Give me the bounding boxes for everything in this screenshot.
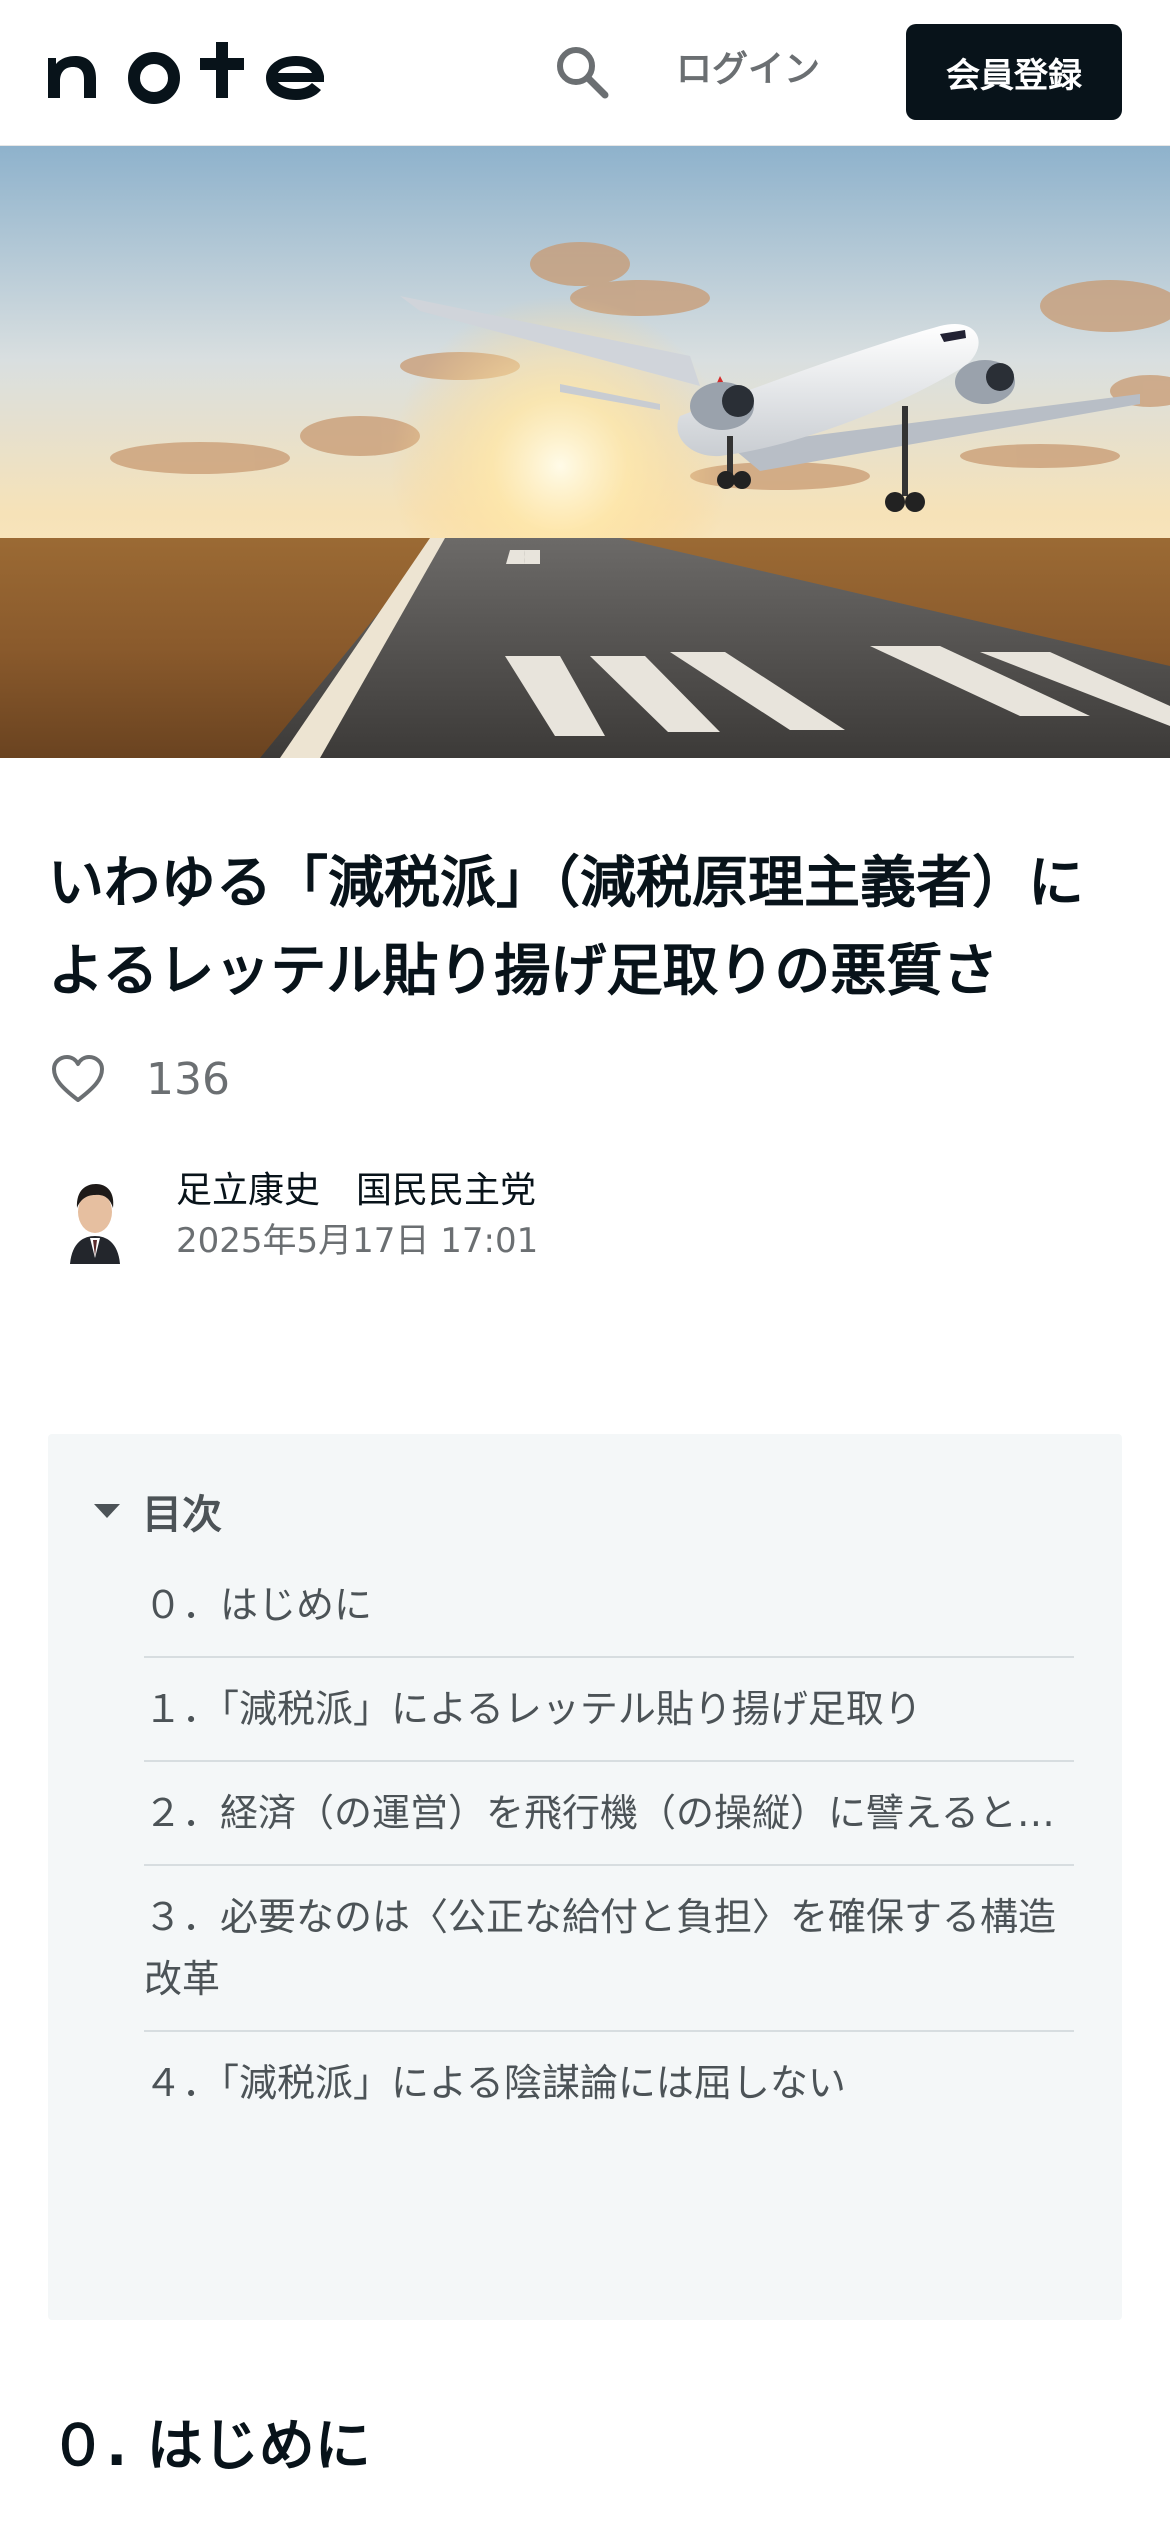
toc-item[interactable]: ０．はじめに: [144, 1574, 1074, 1658]
like-button[interactable]: [50, 1051, 106, 1107]
signup-button[interactable]: 会員登録: [906, 24, 1122, 120]
toc-item[interactable]: ３．必要なのは〈公正な給付と負担〉を確保する構造改革: [144, 1866, 1074, 2032]
toc-title: 目次: [142, 1492, 222, 1538]
section-heading: ０. はじめに: [50, 2414, 371, 2479]
toc-list: ０．はじめに １．「減税派」によるレッテル貼り揚げ足取り ２．経済（の運営）を飛…: [144, 1574, 1074, 2134]
post-date: 2025年5月17日 17:01: [176, 1221, 539, 1261]
like-count: 136: [146, 1053, 230, 1105]
toc-item[interactable]: ４．「減税派」による陰謀論には屈しない: [144, 2032, 1074, 2134]
search-button[interactable]: [548, 38, 614, 104]
login-link[interactable]: ログイン: [676, 42, 820, 98]
toc-item[interactable]: １．「減税派」によるレッテル貼り揚げ足取り: [144, 1658, 1074, 1762]
author-block: 足立康史 国民民主党 2025年5月17日 17:01: [60, 1166, 538, 1266]
hero-image: [0, 146, 1170, 758]
site-header: note ログイン 会員登録: [0, 0, 1170, 146]
author-photo: [60, 1168, 130, 1264]
toc-toggle[interactable]: 目次: [92, 1482, 222, 1540]
note-logo[interactable]: note: [46, 36, 346, 106]
caret-down-icon: [94, 1504, 120, 1518]
avatar[interactable]: [60, 1168, 130, 1264]
search-icon: [557, 47, 609, 99]
author-name[interactable]: 足立康史 国民民主党: [176, 1166, 538, 1216]
airplane-runway-image: [0, 146, 1170, 758]
table-of-contents: 目次 ０．はじめに １．「減税派」によるレッテル貼り揚げ足取り ２．経済（の運営…: [48, 1434, 1122, 2320]
author-meta: 足立康史 国民民主党 2025年5月17日 17:01: [176, 1166, 538, 1266]
article-title: いわゆる「減税派」（減税原理主義者）によるレッテル貼り揚げ足取りの悪質さ: [48, 851, 1084, 1004]
toc-item[interactable]: ２．経済（の運営）を飛行機（の操縦）に譬えると…: [144, 1762, 1074, 1866]
heart-icon: [52, 1055, 104, 1102]
like-row: 136: [50, 1046, 230, 1112]
